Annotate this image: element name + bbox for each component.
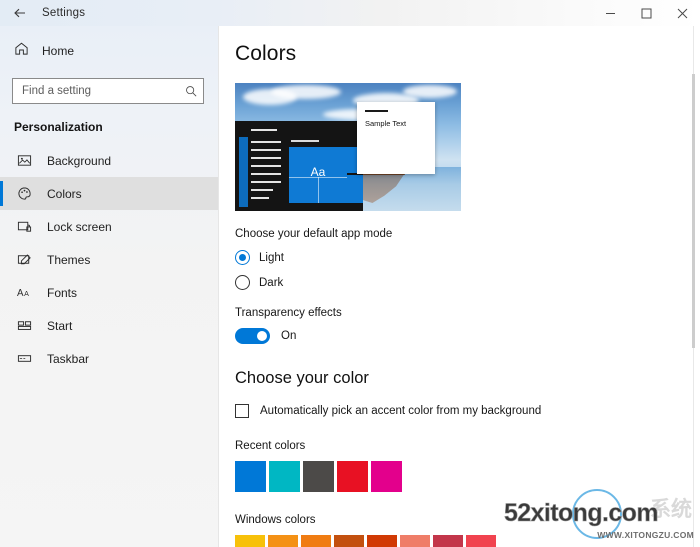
minimize-button[interactable] (592, 0, 628, 26)
svg-text:A: A (24, 290, 29, 298)
sample-window-titlebar-accent (365, 110, 388, 112)
start-line (251, 141, 281, 143)
color-swatch[interactable] (235, 535, 265, 547)
scrollbar-thumb[interactable] (692, 74, 695, 348)
page-title: Colors (235, 42, 297, 65)
recent-colors-swatches (235, 461, 700, 492)
start-line (251, 129, 277, 131)
transparency-state-label: On (281, 330, 297, 342)
color-swatch[interactable] (466, 535, 496, 547)
auto-accent-checkbox-row[interactable]: Automatically pick an accent color from … (235, 404, 700, 418)
search-input[interactable] (13, 79, 203, 103)
sidebar-label: Themes (47, 252, 91, 267)
back-arrow-icon[interactable] (0, 0, 40, 26)
recent-colors-label: Recent colors (235, 440, 306, 452)
sidebar-item-home[interactable]: Home (0, 34, 218, 68)
taskbar-icon (16, 351, 33, 366)
start-line (251, 189, 273, 191)
tile-sample-glyph: Aa (310, 164, 326, 179)
theme-preview: Aa Sample Text (235, 83, 461, 211)
start-tile (347, 175, 363, 203)
settings-window: Settings Home Personalizat (0, 0, 700, 547)
sidebar-item-fonts[interactable]: AA Fonts (0, 276, 218, 309)
color-swatch[interactable] (371, 461, 402, 492)
start-icon (16, 318, 33, 333)
transparency-label: Transparency effects (235, 307, 342, 319)
content-scrollbar[interactable] (688, 26, 700, 547)
start-line (251, 157, 281, 159)
radio-light-label: Light (259, 251, 284, 264)
sidebar-label: Taskbar (47, 351, 90, 366)
color-swatch[interactable] (268, 535, 298, 547)
windows-colors-label: Windows colors (235, 514, 316, 526)
title-bar: Settings (0, 0, 700, 26)
sample-window-text: Sample Text (365, 119, 407, 128)
color-swatch[interactable] (334, 535, 364, 547)
themes-icon (16, 252, 33, 267)
sidebar-item-colors[interactable]: Colors (0, 177, 218, 210)
start-line (251, 181, 281, 183)
content-pane: Colors Aa Sample Text Choose your defaul… (219, 26, 700, 547)
color-swatch[interactable] (235, 461, 266, 492)
sidebar-label: Start (47, 318, 73, 333)
sidebar-item-lock-screen[interactable]: Lock screen (0, 210, 218, 243)
start-rail (239, 137, 248, 207)
sidebar-label: Lock screen (47, 219, 112, 234)
color-swatch[interactable] (400, 535, 430, 547)
close-button[interactable] (664, 0, 700, 26)
tile-group-header (291, 140, 319, 142)
search-container (0, 68, 218, 104)
color-swatch[interactable] (433, 535, 463, 547)
auto-accent-label: Automatically pick an accent color from … (260, 405, 542, 417)
color-swatch[interactable] (269, 461, 300, 492)
windows-colors-swatches (235, 535, 700, 547)
auto-accent-checkbox[interactable] (235, 404, 249, 418)
app-mode-label: Choose your default app mode (235, 228, 393, 240)
maximize-button[interactable] (628, 0, 664, 26)
color-swatch[interactable] (301, 535, 331, 547)
sidebar-nav-list: Background Colors Lock screen Themes A A… (0, 144, 218, 375)
cloud-shape (403, 85, 457, 98)
sidebar-item-taskbar[interactable]: Taskbar (0, 342, 218, 375)
palette-icon (16, 186, 33, 201)
radio-light-indicator[interactable] (235, 250, 250, 265)
choose-color-heading: Choose your color (235, 369, 369, 387)
sidebar-item-background[interactable]: Background (0, 144, 218, 177)
toggle-knob (257, 331, 267, 341)
image-icon (16, 153, 33, 168)
color-swatch[interactable] (367, 535, 397, 547)
radio-dark-indicator[interactable] (235, 275, 250, 290)
sidebar-item-themes[interactable]: Themes (0, 243, 218, 276)
radio-dark-label: Dark (259, 276, 284, 289)
start-menu-preview: Aa (235, 121, 363, 211)
sidebar-home-label: Home (42, 44, 75, 58)
start-line (251, 149, 281, 151)
search-box[interactable] (12, 78, 204, 104)
sidebar-item-start[interactable]: Start (0, 309, 218, 342)
sidebar-category-title: Personalization (14, 120, 103, 134)
sidebar-label: Fonts (47, 285, 78, 300)
home-icon (14, 41, 29, 61)
fonts-icon: AA (16, 285, 33, 300)
start-line (251, 197, 269, 199)
start-line (251, 165, 281, 167)
window-title: Settings (42, 7, 86, 19)
search-icon (185, 85, 197, 97)
radio-light[interactable]: Light (235, 250, 700, 265)
start-line (251, 173, 281, 175)
color-swatch[interactable] (337, 461, 368, 492)
lock-screen-icon (16, 219, 33, 234)
sample-window-preview: Sample Text (357, 102, 435, 174)
color-swatch[interactable] (303, 461, 334, 492)
cloud-shape (271, 85, 341, 99)
start-tile: Aa (289, 147, 347, 203)
sidebar: Home Personalization Background (0, 26, 219, 547)
radio-dark[interactable]: Dark (235, 275, 700, 290)
transparency-toggle[interactable] (235, 328, 270, 344)
svg-text:A: A (17, 288, 24, 299)
sidebar-label: Background (47, 153, 112, 168)
transparency-toggle-row[interactable]: On (235, 328, 700, 344)
sidebar-label: Colors (47, 186, 82, 201)
